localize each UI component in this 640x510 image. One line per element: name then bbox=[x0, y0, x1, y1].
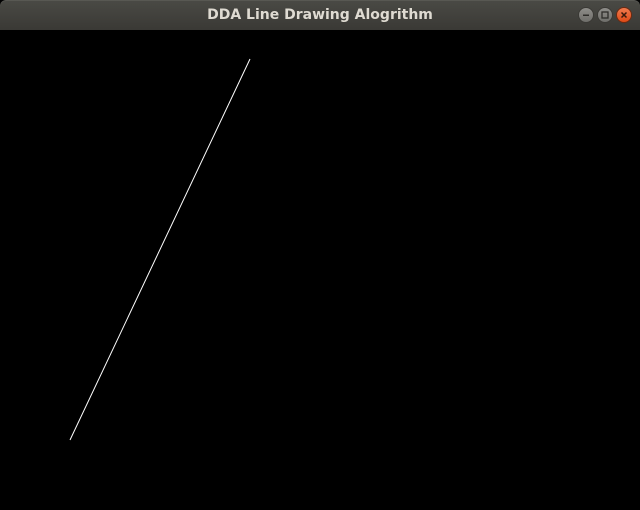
maximize-icon bbox=[601, 11, 609, 19]
dda-line bbox=[69, 58, 251, 441]
drawing-canvas[interactable] bbox=[0, 30, 640, 510]
close-icon bbox=[620, 11, 628, 19]
app-window: DDA Line Drawing Alogrithm bbox=[0, 0, 640, 510]
window-title: DDA Line Drawing Alogrithm bbox=[207, 7, 433, 23]
minimize-icon bbox=[583, 14, 589, 16]
close-button[interactable] bbox=[616, 7, 632, 23]
canvas-svg bbox=[69, 58, 251, 441]
minimize-button[interactable] bbox=[578, 7, 594, 23]
title-bar[interactable]: DDA Line Drawing Alogrithm bbox=[0, 0, 640, 30]
maximize-button[interactable] bbox=[597, 7, 613, 23]
